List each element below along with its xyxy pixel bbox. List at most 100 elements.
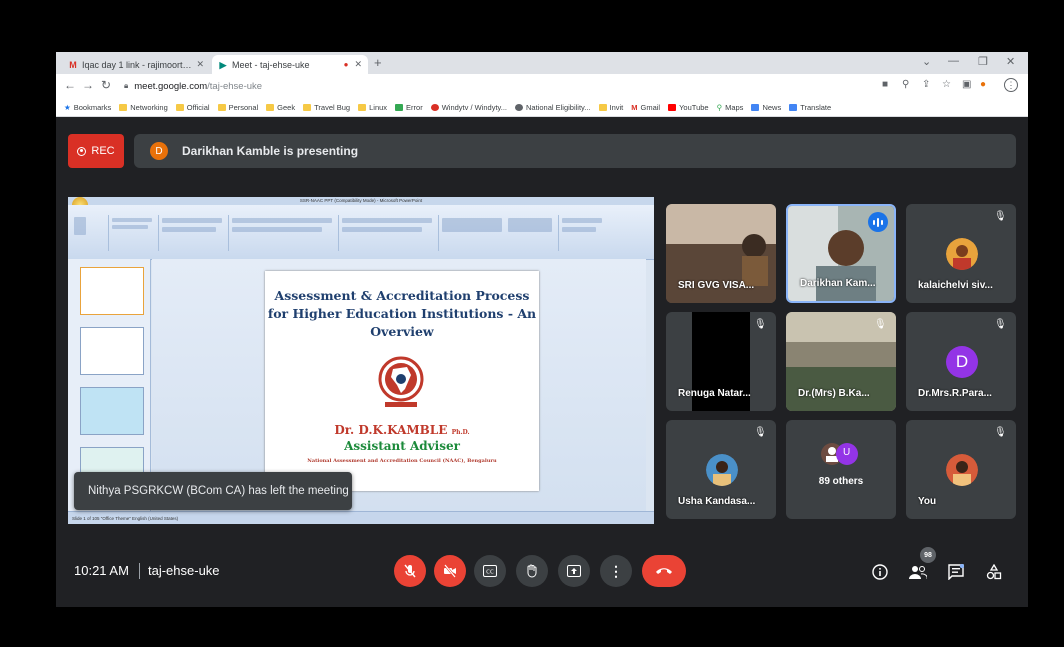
info-icon [872, 564, 888, 580]
recording-dot-icon: ● [343, 60, 349, 69]
participant-tile[interactable]: 🎙︎ Renuga Natar... [666, 312, 776, 411]
bookmark-item[interactable]: Linux [358, 103, 387, 112]
bookmark-item[interactable]: Error [395, 103, 423, 112]
bookmark-label: News [762, 102, 782, 112]
close-window-button[interactable]: ✕ [1006, 55, 1015, 68]
bookmark-label: Bookmarks [73, 102, 112, 112]
participant-name: Renuga Natar... [678, 388, 751, 399]
browser-tab-strip: M Iqac day 1 link - rajimoorthy020... ✕ … [56, 52, 1028, 74]
reload-icon[interactable]: ↻ [101, 78, 111, 92]
others-tile[interactable]: U 89 others [786, 420, 896, 519]
extension-icon[interactable]: ▣ [962, 79, 971, 90]
bookmark-item[interactable]: Geek [266, 103, 295, 112]
translate-icon [789, 103, 798, 111]
slide-thumbnail[interactable] [80, 387, 144, 435]
people-button[interactable] [906, 560, 930, 584]
participant-tile[interactable]: Darikhan Kam... [786, 204, 896, 303]
presenter-name: Dr. D.K.KAMBLE Ph.D. [265, 423, 539, 437]
captions-button[interactable]: CC [474, 555, 506, 587]
bookmarks-bar: ★ Bookmarks Networking Official Personal … [56, 98, 1028, 117]
rec-label: REC [91, 145, 115, 157]
bookmark-item[interactable]: Personal [217, 103, 258, 112]
participant-tile[interactable]: 🎙︎ D Dr.Mrs.R.Para... [906, 312, 1016, 411]
menu-icon[interactable]: ⋮ [1004, 78, 1018, 92]
tab-search-icon[interactable]: ⌄ [922, 55, 931, 68]
bookmark-item[interactable]: Translate [789, 103, 831, 112]
bookmark-item[interactable]: ⚲ Maps [717, 103, 744, 112]
leave-call-button[interactable] [642, 555, 686, 587]
meet-icon: ▶ [219, 59, 227, 70]
present-button[interactable] [558, 555, 590, 587]
participant-avatar: D [946, 346, 978, 378]
mic-toggle-button[interactable] [394, 555, 426, 587]
back-icon[interactable]: ← [64, 78, 76, 92]
forward-icon[interactable]: → [82, 78, 94, 92]
profile-avatar[interactable]: ● [980, 79, 986, 90]
tab-label: Meet - taj-ehse-uke [232, 59, 310, 70]
participant-tile[interactable]: SRI GVG VISA... [666, 204, 776, 303]
close-tab-icon[interactable]: ✕ [354, 59, 362, 70]
recording-indicator[interactable]: REC [68, 134, 124, 168]
meeting-details-button[interactable] [868, 560, 892, 584]
divider [139, 563, 140, 579]
others-avatar-letter: U [843, 447, 851, 458]
bookmark-item[interactable]: M Gmail [631, 103, 660, 112]
self-tile[interactable]: 🎙︎ You [906, 420, 1016, 519]
bookmark-item[interactable]: Official [175, 103, 210, 112]
captions-icon: CC [483, 565, 497, 577]
bookmark-item[interactable]: News [751, 103, 781, 112]
gmail-icon: M [631, 102, 638, 112]
url-input[interactable]: 🔒︎ meet.google.com/taj-ehse-uke [124, 77, 884, 95]
slide-thumbnail[interactable] [80, 267, 144, 315]
youtube-icon [668, 103, 677, 111]
bookmark-label: Gmail [640, 102, 661, 112]
participant-name: Dr.Mrs.R.Para... [918, 388, 992, 399]
svg-text:CC: CC [486, 570, 494, 576]
bookmark-item[interactable]: Networking [119, 103, 168, 112]
bookmark-item[interactable]: Windytv / Windyty... [430, 103, 507, 112]
participant-tile[interactable]: 🎙︎ Usha Kandasa... [666, 420, 776, 519]
participant-name: Usha Kandasa... [678, 496, 756, 507]
mic-off-icon: 🎙︎ [994, 427, 1007, 438]
bookmark-item[interactable]: YouTube [668, 103, 709, 112]
address-bar: ← → ↻ 🔒︎ meet.google.com/taj-ehse-uke ■ … [56, 74, 1028, 98]
bookmark-item[interactable]: Travel Bug [303, 103, 350, 112]
url-path: /taj-ehse-uke [207, 80, 263, 92]
tab-gmail[interactable]: M Iqac day 1 link - rajimoorthy020... ✕ [62, 55, 210, 74]
activities-button[interactable] [982, 560, 1006, 584]
slide-thumbnail[interactable] [80, 327, 144, 375]
share-icon[interactable]: ⇪ [922, 79, 930, 90]
lock-icon: 🔒︎ [124, 81, 129, 90]
star-icon[interactable]: ☆ [942, 79, 951, 90]
participant-tile[interactable]: 🎙︎ kalaichelvi siv... [906, 204, 1016, 303]
bookmark-item[interactable]: ★ Bookmarks [64, 103, 111, 112]
more-options-button[interactable]: ⋮ [600, 555, 632, 587]
slide: Assessment & Accreditation Process for H… [265, 271, 539, 491]
bookmark-label: Travel Bug [314, 102, 351, 112]
bookmark-item[interactable]: Invit [598, 102, 624, 112]
minimize-button[interactable]: — [948, 55, 959, 67]
gmail-icon: M [69, 59, 77, 70]
bookmark-label: Invit [609, 102, 624, 112]
camera-toggle-button[interactable] [434, 555, 466, 587]
folder-icon [119, 103, 128, 111]
participant-tile[interactable]: 🎙︎ Dr.(Mrs) B.Ka... [786, 312, 896, 411]
site-icon [515, 103, 524, 111]
raise-hand-button[interactable] [516, 555, 548, 587]
folder-icon [303, 103, 312, 111]
speaking-indicator-icon [868, 212, 888, 232]
naac-logo [378, 356, 424, 407]
bookmark-item[interactable]: National Eligibility... [515, 103, 591, 112]
slide-title-line: Overview [370, 324, 434, 339]
tab-meet[interactable]: ▶ Meet - taj-ehse-uke ● ✕ [212, 55, 368, 74]
presenter-organization: National Assessment and Accreditation Co… [307, 458, 497, 464]
screen: M Iqac day 1 link - rajimoorthy020... ✕ … [56, 52, 1028, 607]
camera-in-use-icon[interactable]: ■ [882, 79, 888, 90]
restore-button[interactable]: ❐ [978, 55, 988, 68]
chat-button[interactable] [944, 560, 968, 584]
presenter-name-text: Dr. D.K.KAMBLE [334, 423, 448, 437]
zoom-icon[interactable]: ⚲ [902, 79, 909, 90]
close-tab-icon[interactable]: ✕ [196, 59, 204, 70]
new-tab-button[interactable]: + [374, 55, 382, 70]
presenter-avatar: D [150, 142, 168, 160]
